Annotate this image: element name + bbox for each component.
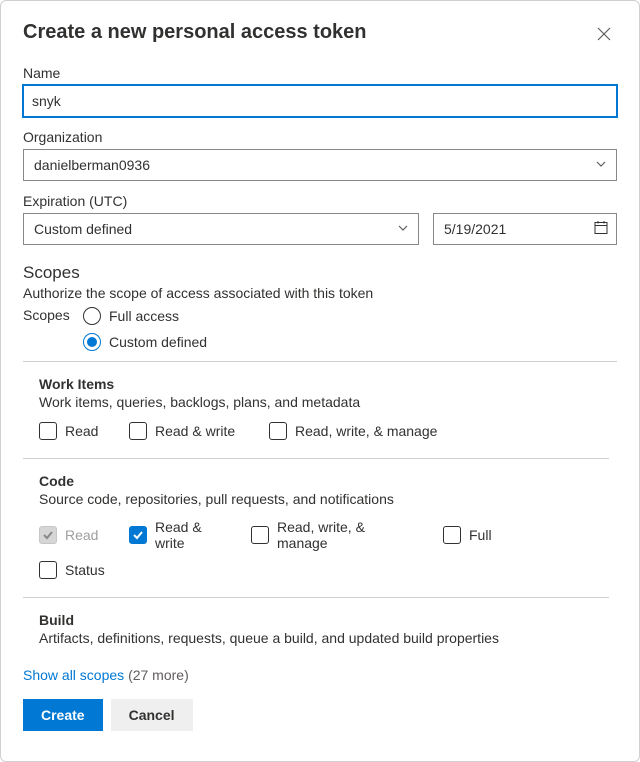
checkbox-label: Read — [65, 423, 98, 439]
expiration-type-value: Custom defined — [34, 221, 132, 237]
checkbox-label: Status — [65, 562, 105, 578]
close-icon — [596, 26, 612, 42]
checkbox-label: Read & write — [155, 423, 235, 439]
checkbox-workitems-read[interactable]: Read — [39, 422, 125, 440]
show-all-count: (27 more) — [128, 667, 189, 683]
create-button[interactable]: Create — [23, 699, 103, 731]
checkbox-label: Read, write, & manage — [295, 423, 437, 439]
name-input[interactable] — [23, 85, 617, 117]
checkbox-workitems-rw[interactable]: Read & write — [129, 422, 265, 440]
name-label: Name — [23, 65, 617, 81]
scope-title: Build — [39, 612, 601, 628]
radio-full-access[interactable]: Full access — [83, 307, 207, 325]
dialog-title: Create a new personal access token — [23, 21, 367, 44]
radio-icon — [83, 307, 101, 325]
scopes-radio-label: Scopes — [23, 307, 79, 323]
close-button[interactable] — [591, 21, 617, 47]
checkbox-icon — [39, 561, 57, 579]
organization-value: danielberman0936 — [34, 157, 150, 173]
expiration-label: Expiration (UTC) — [23, 193, 617, 209]
radio-icon — [83, 333, 101, 351]
scope-title: Work Items — [39, 376, 601, 392]
scope-desc: Source code, repositories, pull requests… — [39, 491, 601, 507]
checkbox-code-rwm[interactable]: Read, write, & manage — [251, 519, 439, 551]
scopes-subtext: Authorize the scope of access associated… — [23, 285, 617, 301]
scopes-heading: Scopes — [23, 263, 617, 283]
show-all-link[interactable]: Show all scopes — [23, 667, 124, 683]
checkbox-label: Read, write, & manage — [277, 519, 387, 551]
scope-code: Code Source code, repositories, pull req… — [23, 459, 609, 598]
checkbox-label: Full — [469, 527, 492, 543]
scope-build: Build Artifacts, definitions, requests, … — [23, 598, 609, 657]
scope-work-items: Work Items Work items, queries, backlogs… — [23, 362, 609, 459]
show-all-scopes: Show all scopes (27 more) — [23, 667, 617, 683]
radio-custom-defined-label: Custom defined — [109, 334, 207, 350]
checkbox-icon — [129, 526, 147, 544]
scopes-list[interactable]: Work Items Work items, queries, backlogs… — [23, 361, 617, 657]
organization-label: Organization — [23, 129, 617, 145]
checkbox-icon — [251, 526, 269, 544]
checkbox-icon — [269, 422, 287, 440]
checkbox-icon — [129, 422, 147, 440]
scope-desc: Artifacts, definitions, requests, queue … — [39, 630, 601, 646]
radio-full-access-label: Full access — [109, 308, 179, 324]
checkbox-code-status[interactable]: Status — [39, 561, 129, 579]
checkbox-code-read: Read — [39, 526, 125, 544]
organization-select[interactable]: danielberman0936 — [23, 149, 617, 181]
expiration-type-select[interactable]: Custom defined — [23, 213, 419, 245]
cancel-button[interactable]: Cancel — [111, 699, 193, 731]
expiration-date-input[interactable] — [433, 213, 617, 245]
checkbox-code-rw[interactable]: Read & write — [129, 519, 247, 551]
checkbox-label: Read & write — [155, 519, 215, 551]
checkbox-workitems-rwm[interactable]: Read, write, & manage — [269, 422, 459, 440]
checkbox-code-full[interactable]: Full — [443, 526, 525, 544]
scope-title: Code — [39, 473, 601, 489]
checkbox-icon — [443, 526, 461, 544]
checkbox-icon — [39, 422, 57, 440]
checkbox-icon — [39, 526, 57, 544]
scope-desc: Work items, queries, backlogs, plans, an… — [39, 394, 601, 410]
calendar-icon — [593, 220, 609, 239]
radio-custom-defined[interactable]: Custom defined — [83, 333, 207, 351]
checkbox-label: Read — [65, 527, 98, 543]
